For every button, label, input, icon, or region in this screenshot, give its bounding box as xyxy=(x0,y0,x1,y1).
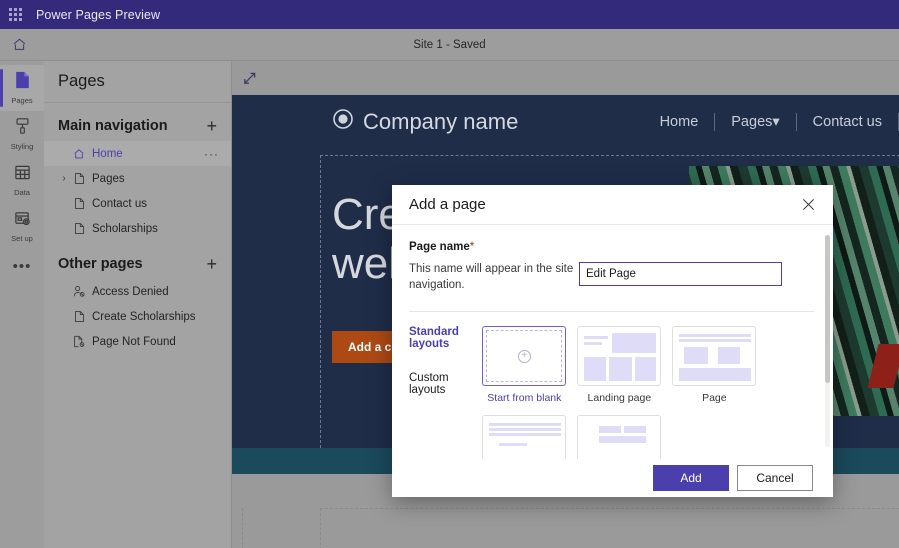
layout-option-start-from-blank[interactable]: + Start from blank xyxy=(482,326,567,405)
nav-item-create-scholarships[interactable]: Create Scholarships xyxy=(44,304,231,329)
dialog-title: Add a page xyxy=(409,196,486,213)
brush-icon xyxy=(14,117,31,140)
circle-logo-icon xyxy=(332,108,354,135)
suite-title: Power Pages Preview xyxy=(36,7,161,22)
rail-item-pages[interactable]: Pages xyxy=(0,65,44,111)
nav-item-page-not-found[interactable]: Page Not Found xyxy=(44,329,231,354)
canvas-toolbar xyxy=(232,61,899,95)
site-nav-pages[interactable]: Pages▾ xyxy=(715,114,795,130)
layout-option-landing-page[interactable]: Landing page xyxy=(577,326,662,405)
close-icon[interactable] xyxy=(797,194,819,216)
add-page-dialog: Add a page Page name* This name will app… xyxy=(392,185,833,497)
rail-item-label: Pages xyxy=(11,96,33,105)
dialog-scrollbar[interactable] xyxy=(825,235,830,447)
page-icon xyxy=(70,222,88,235)
add-other-page-button[interactable]: + xyxy=(204,255,219,273)
layout-tabs: Standard layouts Custom layouts xyxy=(409,326,482,459)
layout-option-cards[interactable] xyxy=(577,415,662,459)
layout-picker: Standard layouts Custom layouts + Start … xyxy=(409,326,816,459)
resize-diagonal-icon[interactable] xyxy=(242,71,257,95)
other-pages-header: Other pages + xyxy=(44,241,231,279)
plus-icon: + xyxy=(517,349,531,363)
site-header: Company name Home Pages▾ Contact us xyxy=(232,95,899,148)
layout-thumbnail xyxy=(577,326,662,387)
page-icon xyxy=(70,197,88,210)
rail-overflow-button[interactable]: ••• xyxy=(0,249,44,283)
pages-panel: Pages Main navigation + Home ··· › Pages xyxy=(44,61,232,548)
site-brand[interactable]: Company name xyxy=(332,108,518,135)
site-nav-home[interactable]: Home xyxy=(644,114,715,130)
site-status: Site 1 - Saved xyxy=(413,38,486,51)
layout-thumbnail xyxy=(577,415,662,459)
add-button[interactable]: Add xyxy=(653,465,729,491)
nav-item-access-denied[interactable]: Access Denied xyxy=(44,279,231,304)
suite-bar: Power Pages Preview xyxy=(0,0,899,29)
layout-option-label: Page xyxy=(702,392,727,405)
rail-item-label: Styling xyxy=(10,142,34,151)
page-blocked-icon xyxy=(70,335,88,348)
home-icon xyxy=(70,148,88,160)
next-section-outline xyxy=(320,508,899,548)
page-icon xyxy=(14,71,31,94)
layout-grid: + Start from blank Landing page Page xyxy=(482,326,816,459)
command-bar: Site 1 - Saved xyxy=(0,29,899,61)
page-icon xyxy=(70,310,88,323)
layout-option-label: Landing page xyxy=(587,392,652,405)
rail-item-label: Data xyxy=(14,187,30,197)
nav-item-label: Contact us xyxy=(92,197,147,210)
rail-item-styling[interactable]: Styling xyxy=(0,111,44,157)
site-nav: Home Pages▾ Contact us xyxy=(644,112,899,131)
layout-option-page[interactable]: Page xyxy=(672,326,757,405)
rail-item-setup[interactable]: Set up xyxy=(0,203,44,249)
nav-item-pages[interactable]: › Pages xyxy=(44,166,231,191)
page-name-input[interactable] xyxy=(579,262,782,286)
table-icon xyxy=(14,164,31,186)
nav-item-more-button[interactable]: ··· xyxy=(204,147,219,161)
dialog-header: Add a page xyxy=(392,185,833,225)
person-blocked-icon xyxy=(70,285,88,298)
nav-item-contact-us[interactable]: Contact us xyxy=(44,191,231,216)
layout-option-text[interactable] xyxy=(482,415,567,459)
dialog-footer: Add Cancel xyxy=(392,459,833,497)
layout-option-label: Start from blank xyxy=(487,392,562,405)
page-icon xyxy=(70,172,88,185)
add-main-navigation-page-button[interactable]: + xyxy=(204,117,219,135)
dialog-divider xyxy=(409,311,814,313)
dialog-body: Page name* This name will appear in the … xyxy=(392,225,833,459)
nav-item-label: Scholarships xyxy=(92,222,158,235)
required-marker: * xyxy=(469,241,475,253)
app-root: Power Pages Preview Site 1 - Saved Pages… xyxy=(0,0,899,548)
tab-custom-layouts[interactable]: Custom layouts xyxy=(409,372,482,396)
page-name-description: This name will appear in the site naviga… xyxy=(409,263,574,291)
page-name-label: Page name* xyxy=(409,241,475,253)
app-launcher-icon[interactable] xyxy=(0,0,30,29)
tab-standard-layouts[interactable]: Standard layouts xyxy=(409,326,482,350)
nav-item-home[interactable]: Home ··· xyxy=(44,141,231,166)
panel-title: Pages xyxy=(44,61,231,103)
nav-item-scholarships[interactable]: Scholarships xyxy=(44,216,231,241)
main-navigation-title: Main navigation xyxy=(58,118,168,134)
nav-item-label: Access Denied xyxy=(92,285,169,298)
dialog-scrollbar-thumb[interactable] xyxy=(825,235,830,383)
layout-thumbnail xyxy=(672,326,757,387)
chevron-down-icon: ▾ xyxy=(772,113,780,130)
chevron-right-icon[interactable]: › xyxy=(58,173,70,184)
setup-icon xyxy=(14,210,31,232)
nav-item-label: Home xyxy=(92,147,123,160)
rail-item-label: Set up xyxy=(11,233,33,243)
main-navigation-header: Main navigation + xyxy=(44,103,231,141)
canvas-guide xyxy=(242,508,243,548)
nav-item-label: Create Scholarships xyxy=(92,310,196,323)
rail-item-data[interactable]: Data xyxy=(0,157,44,203)
other-pages-title: Other pages xyxy=(58,256,143,272)
brand-name: Company name xyxy=(363,108,519,134)
nav-item-label: Page Not Found xyxy=(92,335,176,348)
cancel-button[interactable]: Cancel xyxy=(737,465,813,491)
site-nav-contact-us[interactable]: Contact us xyxy=(797,114,898,130)
layout-thumbnail xyxy=(482,415,567,459)
page-name-row: This name will appear in the site naviga… xyxy=(409,262,816,293)
layout-thumbnail: + xyxy=(482,326,567,387)
left-rail: Pages Styling Data Set up ••• xyxy=(0,61,44,548)
nav-item-label: Pages xyxy=(92,172,125,185)
